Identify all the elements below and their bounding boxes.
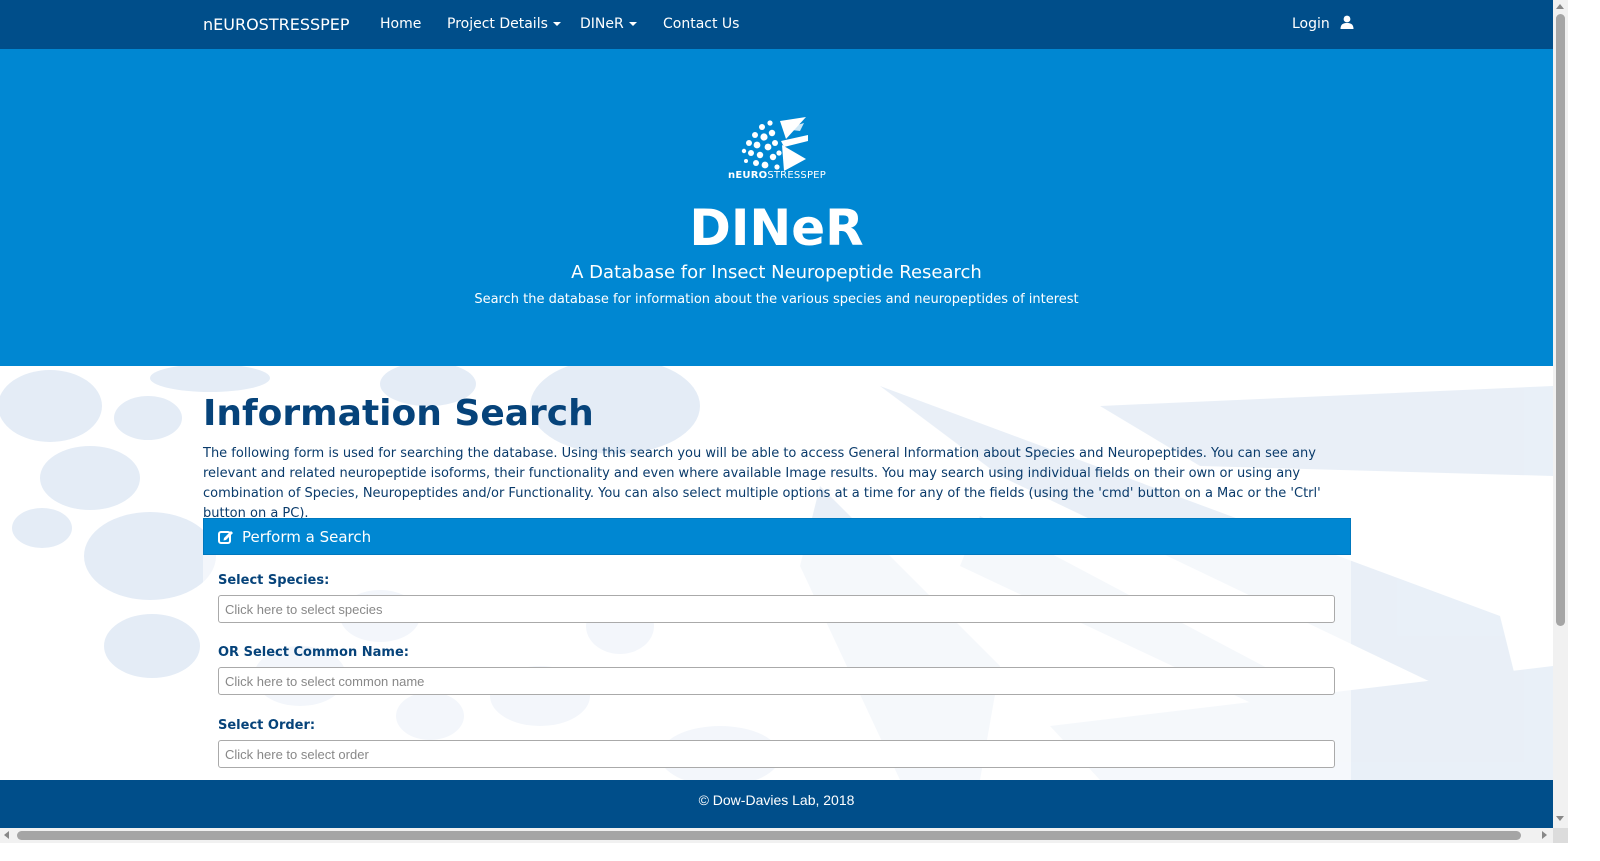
logo-text-rest: STRESSPEP [767,170,826,181]
common-name-select[interactable] [218,667,1335,695]
login-link[interactable]: Login [1292,0,1354,49]
order-select[interactable] [218,740,1335,768]
nav-diner-label: DINeR [580,16,624,32]
nav-home[interactable]: Home [380,0,421,49]
vertical-scrollbar[interactable] [1553,0,1568,828]
user-icon [1340,15,1354,29]
nav-project-details-label: Project Details [447,16,548,32]
intro-paragraph: The following form is used for searching… [203,446,1321,521]
brand-link[interactable]: nEUROSTRESSPEP [203,0,350,49]
main-content: Information Search The following form is… [0,366,1553,780]
nav-project-details[interactable]: Project Details [447,0,561,49]
hero-banner: nEUROSTRESSPEP DINeR A Database for Inse… [0,49,1553,366]
search-panel-header: Perform a Search [203,518,1351,555]
hero-title: DINeR [689,199,864,257]
horizontal-scrollbar[interactable] [0,828,1553,843]
page-title: Information Search [203,393,594,434]
scrollbar-corner [1553,828,1568,843]
scroll-down-arrow-icon[interactable] [1556,816,1564,821]
species-label: Select Species: [218,573,330,588]
horizontal-scroll-thumb[interactable] [17,831,1521,840]
scroll-left-arrow-icon[interactable] [4,831,9,839]
scroll-right-arrow-icon[interactable] [1542,831,1547,839]
footer: © Dow-Davies Lab, 2018 [0,780,1553,828]
footer-copyright: © Dow-Davies Lab, 2018 [698,792,855,808]
scroll-up-arrow-icon[interactable] [1556,4,1564,9]
window-edge-bottom [0,843,1600,861]
caret-down-icon [628,22,637,26]
nav-contact-us-label: Contact Us [663,16,740,32]
login-label: Login [1292,16,1330,32]
nav-contact-us[interactable]: Contact Us [663,0,739,49]
logo-text: nEUROSTRESSPEP [700,170,854,181]
nav-diner[interactable]: DINeR [580,0,637,49]
top-navbar: nEUROSTRESSPEP Home Project Details DINe… [0,0,1553,49]
nav-home-label: Home [380,16,422,32]
vertical-scroll-thumb[interactable] [1556,14,1565,626]
common-name-label: OR Select Common Name: [218,645,409,660]
hero-subtitle: A Database for Insect Neuropeptide Resea… [571,262,982,283]
search-panel: Perform a Search Select Species: OR Sele… [203,518,1351,780]
logo-text-bold: nEURO [728,170,768,181]
caret-down-icon [552,22,561,26]
species-select[interactable] [218,595,1335,623]
window-edge-right [1568,0,1600,843]
search-panel-title: Perform a Search [242,528,372,546]
hero-description: Search the database for information abou… [474,292,1079,307]
order-label: Select Order: [218,718,316,733]
edit-icon [218,531,233,544]
